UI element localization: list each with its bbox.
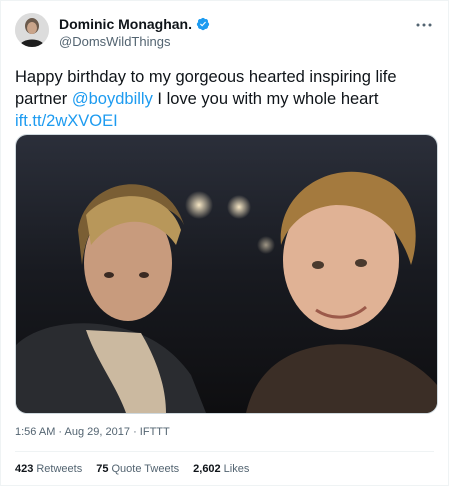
tweet-source[interactable]: IFTTT (140, 426, 170, 438)
quote-tweets-stat[interactable]: 75 Quote Tweets (96, 463, 179, 475)
tweet-text-part: I love you with my whole heart (152, 90, 379, 108)
author-block: Dominic Monaghan. @DomsWildThings (59, 16, 210, 50)
avatar-image (15, 13, 49, 47)
divider (15, 451, 434, 452)
mention-link[interactable]: @boydbilly (72, 90, 153, 108)
tweet-card: Dominic Monaghan. @DomsWildThings Happy … (0, 0, 449, 486)
likes-label: Likes (223, 463, 250, 475)
quotes-label: Quote Tweets (111, 463, 180, 475)
meta-separator: · (58, 426, 63, 438)
more-options-icon[interactable] (414, 15, 434, 35)
photo-two-men-night (16, 135, 437, 413)
tweet-date[interactable]: Aug 29, 2017 (65, 426, 130, 438)
author-display-name[interactable]: Dominic Monaghan. (59, 16, 192, 32)
tweet-header: Dominic Monaghan. @DomsWildThings (15, 13, 436, 53)
tweet-meta: 1:56 AM · Aug 29, 2017 · IFTTT (15, 426, 170, 438)
author-handle[interactable]: @DomsWildThings (59, 34, 210, 50)
retweets-stat[interactable]: 423 Retweets (15, 463, 82, 475)
quotes-count: 75 (96, 463, 109, 475)
tweet-time[interactable]: 1:56 AM (15, 426, 55, 438)
url-link[interactable]: ift.tt/2wXVOEI (15, 112, 118, 130)
likes-stat[interactable]: 2,602 Likes (193, 463, 249, 475)
tweet-stats: 423 Retweets 75 Quote Tweets 2,602 Likes (15, 463, 249, 475)
meta-separator: · (133, 426, 137, 438)
tweet-photo[interactable] (15, 134, 438, 414)
verified-badge-icon (196, 17, 210, 31)
tweet-text: Happy birthday to my gorgeous hearted in… (15, 66, 435, 132)
likes-count: 2,602 (193, 463, 221, 475)
retweets-label: Retweets (36, 463, 83, 475)
avatar[interactable] (15, 13, 49, 47)
retweets-count: 423 (15, 463, 34, 475)
